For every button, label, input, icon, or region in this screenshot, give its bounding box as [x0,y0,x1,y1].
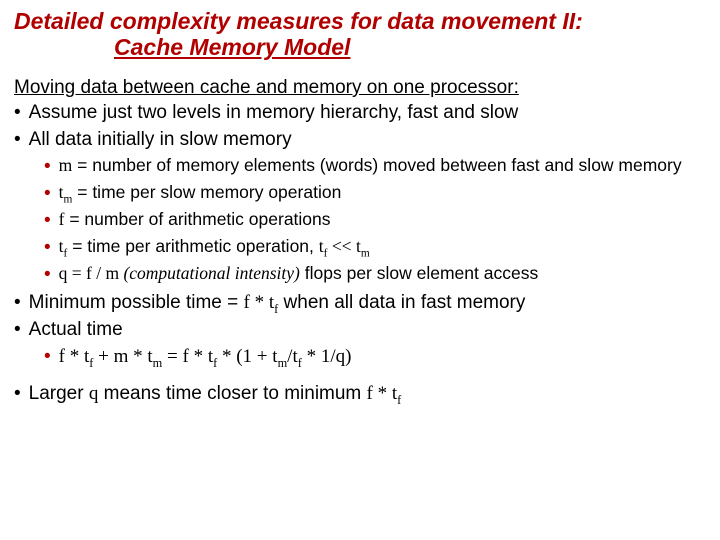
var-m: m [59,155,73,175]
bullet-icon: • [14,127,21,152]
def-tm-text: tm = time per slow memory operation [59,181,342,206]
slide-body: Moving data between cache and memory on … [14,75,706,406]
larger-q-pre: Larger [29,383,89,404]
def-tm-desc: = time per slow memory operation [72,182,341,202]
definitions-block: • m = number of memory elements (words) … [14,154,706,287]
bullet-icon: • [14,100,21,125]
bullet-icon: • [14,381,21,406]
def-tf: • tf = time per arithmetic operation, tf… [44,235,706,260]
bullet-icon: • [44,181,51,206]
var-q: q [89,383,99,404]
title-line2: Cache Memory Model [14,34,350,60]
tf-relation: tf << tm [319,236,370,256]
larger-q: • Larger q means time closer to minimum … [14,381,706,406]
min-time-expr: f * tf [244,292,279,313]
min-time-text: Minimum possible time = f * tf when all … [29,290,526,315]
actual-time-text: Actual time [29,317,123,342]
def-tm: • tm = time per slow memory operation [44,181,706,206]
title-line1: Detailed complexity measures for data mo… [14,8,583,34]
q-tail: flops per slow element access [300,263,538,283]
def-m: • m = number of memory elements (words) … [44,154,706,179]
var-tm: tm [59,182,73,202]
top-bullet-1-text: Assume just two levels in memory hierarc… [29,100,519,125]
actual-time-eq: • f * tf + m * tm = f * tf * (1 + tm/tf … [14,344,706,369]
bullet-icon: • [44,208,51,233]
bullet-icon: • [44,262,51,287]
def-f: • f = number of arithmetic operations [44,208,706,233]
larger-q-expr: f * tf [367,383,402,404]
top-bullet-2-text: All data initially in slow memory [29,127,292,152]
def-f-desc: = number of arithmetic operations [64,209,330,229]
larger-q-mid: means time closer to minimum [98,383,366,404]
actual-time-eq-text: f * tf + m * tm = f * tf * (1 + tm/tf * … [59,344,352,369]
def-tf-desc: = time per arithmetic operation, [67,236,318,256]
slide-title: Detailed complexity measures for data mo… [14,8,706,61]
q-equation: q = f / m [59,263,124,283]
actual-time: • Actual time [14,317,706,342]
def-m-text: m = number of memory elements (words) mo… [59,154,682,179]
top-bullet-1: • Assume just two levels in memory hiera… [14,100,706,125]
bullet-icon: • [44,344,51,369]
def-f-text: f = number of arithmetic operations [59,208,331,233]
q-paren: (computational intensity) [123,263,299,283]
bullet-icon: • [44,154,51,179]
def-m-desc: = number of memory elements (words) move… [72,155,681,175]
bullet-icon: • [14,290,21,315]
top-bullet-2: • All data initially in slow memory [14,127,706,152]
min-time: • Minimum possible time = f * tf when al… [14,290,706,315]
bullet-icon: • [44,235,51,260]
min-time-post: when all data in fast memory [278,292,525,313]
min-time-pre: Minimum possible time = [29,292,244,313]
def-q-text: q = f / m (computational intensity) flop… [59,262,539,287]
def-q: • q = f / m (computational intensity) fl… [44,262,706,287]
bullet-icon: • [14,317,21,342]
def-tf-text: tf = time per arithmetic operation, tf <… [59,235,370,260]
larger-q-text: Larger q means time closer to minimum f … [29,381,402,406]
intro-line: Moving data between cache and memory on … [14,75,706,100]
